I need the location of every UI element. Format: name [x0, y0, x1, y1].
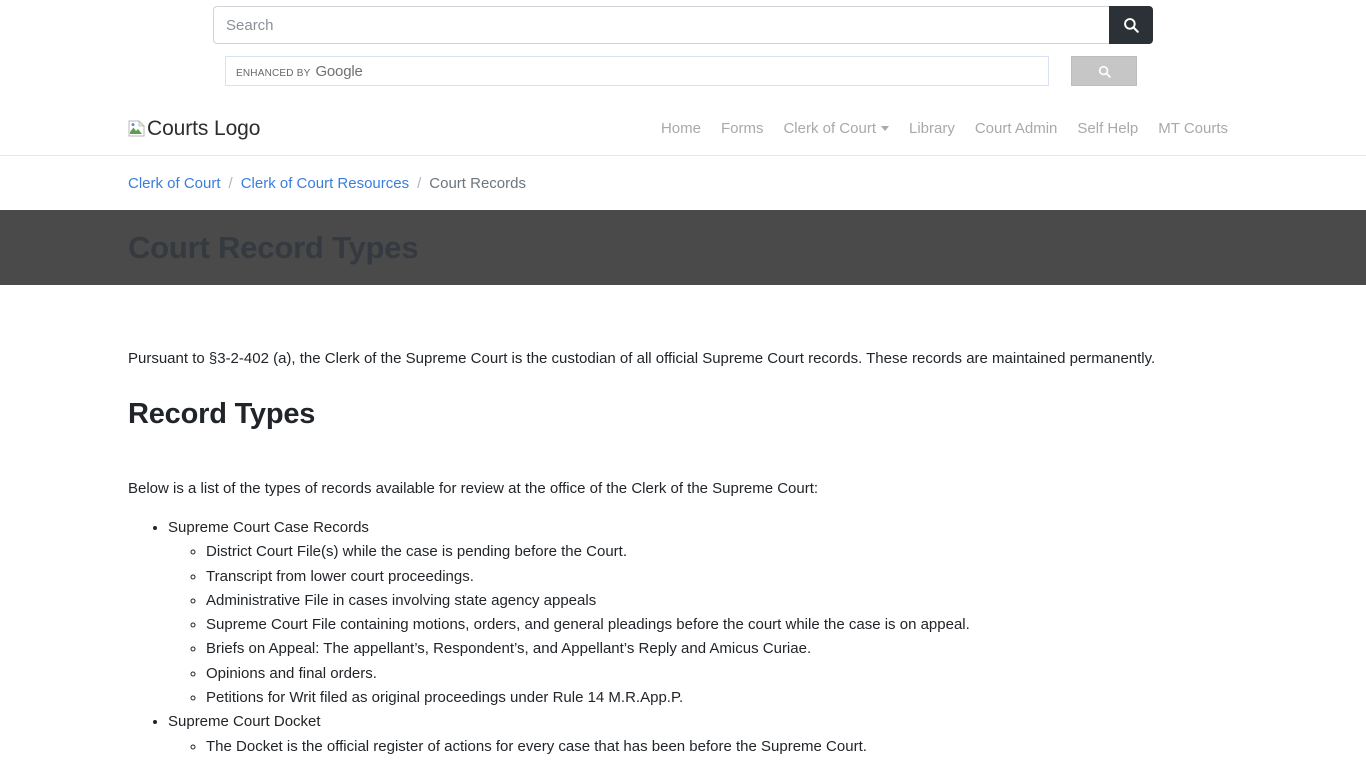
cse-enhanced-label: ENHANCED BY	[236, 67, 311, 79]
navbar-inner: Courts Logo Home Forms Clerk of Court Li…	[128, 114, 1238, 143]
main-navigation: Courts Logo Home Forms Clerk of Court Li…	[0, 102, 1366, 156]
nav-item-self-help[interactable]: Self Help	[1067, 114, 1148, 143]
page-title: Court Record Types	[128, 229, 419, 265]
chevron-down-icon	[880, 126, 889, 131]
search-submit-button[interactable]	[1109, 6, 1153, 44]
breadcrumb: Clerk of Court / Clerk of Court Resource…	[128, 156, 1238, 210]
nav-item-mt-courts[interactable]: MT Courts	[1148, 114, 1238, 143]
page-title-banner: Court Record Types	[0, 210, 1366, 285]
search-icon	[1098, 65, 1111, 78]
breadcrumb-item-clerk-of-court-resources[interactable]: Clerk of Court Resources	[241, 175, 409, 192]
nav-item-label: Home	[660, 120, 701, 137]
nav-item-court-admin[interactable]: Court Admin	[965, 114, 1068, 143]
google-cse-widget: ENHANCED BY Google	[213, 56, 1153, 88]
broken-image-icon	[128, 120, 145, 137]
google-cse-watermark: ENHANCED BY Google	[236, 63, 363, 80]
record-types-list: Supreme Court Case Records District Cour…	[128, 516, 1238, 759]
breadcrumb-item-current: Court Records	[429, 175, 526, 192]
google-cse-input[interactable]: ENHANCED BY Google	[225, 56, 1049, 86]
site-logo-link[interactable]: Courts Logo	[128, 117, 260, 141]
site-logo-alt-text: Courts Logo	[147, 116, 261, 140]
nav-item-label: Clerk of Court	[783, 120, 876, 137]
page-root: ENHANCED BY Google	[0, 0, 1366, 768]
intro-paragraph: Pursuant to §3-2-402 (a), the Clerk of t…	[128, 350, 1156, 367]
google-cse-search-button[interactable]	[1071, 56, 1137, 86]
list-item: District Court File(s) while the case is…	[206, 540, 1238, 564]
nav-item-library[interactable]: Library	[899, 114, 965, 143]
list-item: Administrative File in cases involving s…	[206, 589, 1238, 613]
breadcrumb-separator: /	[417, 175, 422, 192]
nav-item-forms[interactable]: Forms	[711, 114, 774, 143]
list-item: Transcript from lower court proceedings.	[206, 565, 1238, 589]
list-item: Supreme Court Case Records District Cour…	[168, 516, 1238, 710]
list-item: Opinions and final orders.	[206, 662, 1238, 686]
google-logo-text: Google	[315, 62, 363, 80]
list-item: Petitions for Writ filed as original pro…	[206, 686, 1238, 710]
nav-links: Home Forms Clerk of Court Library Court …	[651, 114, 1238, 143]
search-input[interactable]	[213, 6, 1109, 44]
section-heading: Record Types	[128, 397, 316, 430]
nav-item-label: Court Admin	[974, 120, 1058, 137]
breadcrumb-item-clerk-of-court[interactable]: Clerk of Court	[128, 175, 221, 192]
list-item: Supreme Court File containing motions, o…	[206, 613, 1238, 637]
list-item: Briefs on Appeal: The appellant’s, Respo…	[206, 637, 1238, 661]
record-group-label: Supreme Court Docket	[168, 713, 321, 731]
search-icon	[1124, 18, 1139, 33]
list-item: The Docket is the official register of a…	[206, 735, 1238, 759]
nav-item-label: Forms	[720, 120, 764, 137]
record-sublist: The Docket is the official register of a…	[168, 735, 1238, 759]
nav-item-label: Self Help	[1077, 120, 1139, 137]
search-zone: ENHANCED BY Google	[0, 0, 1366, 88]
page-title-banner-inner: Court Record Types	[128, 230, 1238, 266]
record-group-label: Supreme Court Case Records	[168, 519, 369, 536]
nav-item-label: MT Courts	[1158, 120, 1228, 137]
site-search-form	[213, 6, 1153, 44]
breadcrumb-separator: /	[228, 175, 233, 192]
list-item: Supreme Court Docket The Docket is the o…	[168, 710, 1238, 759]
record-sublist: District Court File(s) while the case is…	[168, 540, 1238, 710]
nav-item-label: Library	[908, 120, 955, 137]
list-intro-paragraph: Below is a list of the types of records …	[128, 479, 819, 497]
nav-item-home[interactable]: Home	[651, 114, 711, 143]
nav-item-clerk-of-court[interactable]: Clerk of Court	[773, 114, 899, 143]
main-content: Pursuant to §3-2-402 (a), the Clerk of t…	[128, 285, 1238, 759]
